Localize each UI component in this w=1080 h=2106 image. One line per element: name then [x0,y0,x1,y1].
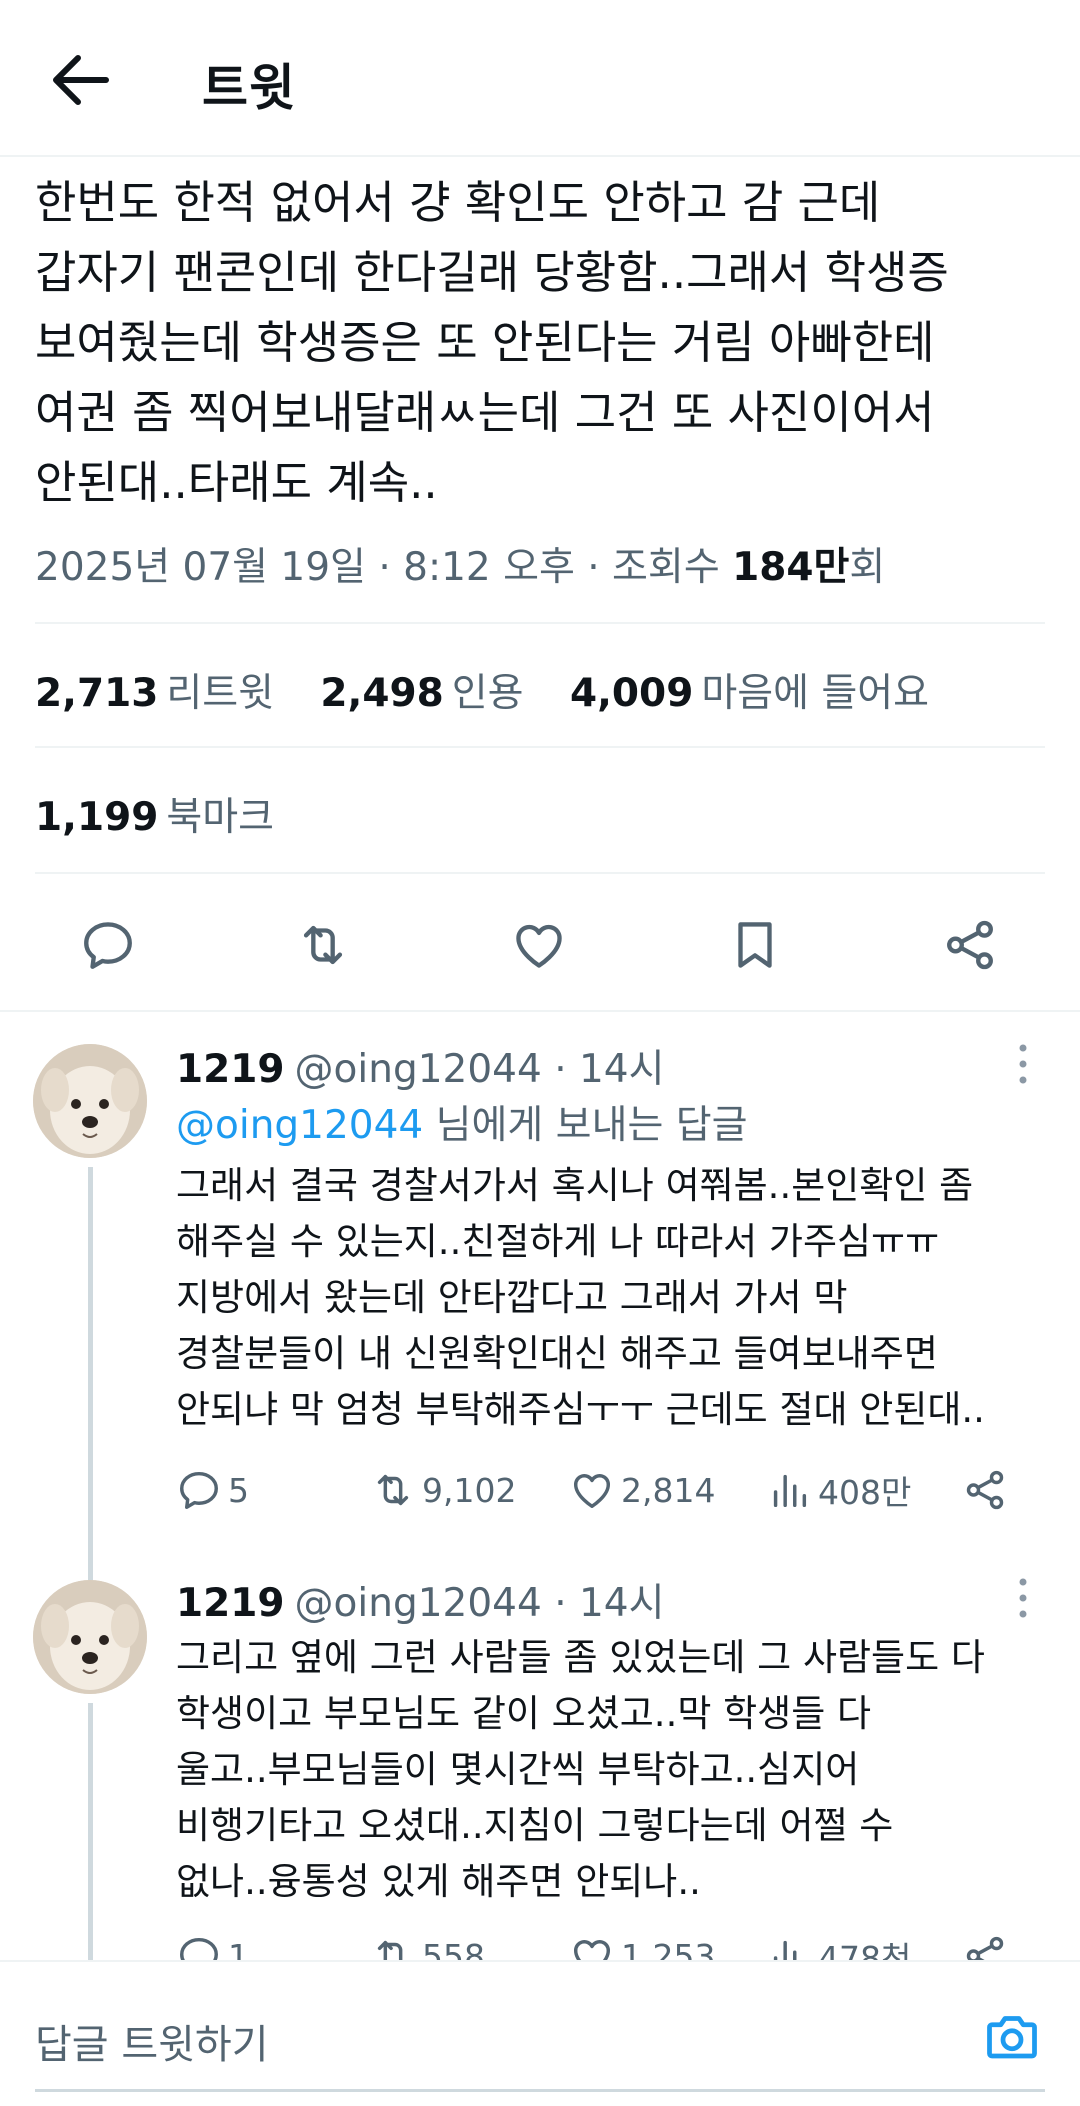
reply-compose-bar: 답글 트윗하기 [0,1960,1080,2106]
reply-text-line: 그래서 결국 경찰서가서 혹시나 여쭤봄..본인확인 좀 [176,1164,974,1207]
reply-views-button[interactable]: 408만 [766,1462,911,1518]
view-count[interactable]: 184만 [732,545,849,590]
like-icon [516,924,562,968]
share-button[interactable] [935,910,1005,980]
camera-button[interactable] [982,2006,1042,2066]
more-vertical-icon [1019,1578,1027,1618]
tweet-text: 한번도 한적 없어서 걍 확인도 안하고 감 근데 갑자기 팬콘인데 한다길래 … [35,168,1055,518]
reply-text-line: 그리고 옆에 그런 사람들 좀 있었는데 그 사람들도 다 [176,1636,985,1679]
likes-count: 4,009 [569,671,694,716]
puppy-avatar-image [33,1044,147,1158]
display-name[interactable]: 1219 [176,1581,285,1626]
bookmarks-label: 북마크 [166,795,275,840]
retweet-icon [303,925,343,965]
divider [0,1010,1080,1012]
reply-text-line: 해주실 수 있는지..친절하게 나 따라서 가주심ㅠㅠ [176,1220,940,1263]
bookmark-button[interactable] [720,910,790,980]
bookmarks-stat[interactable]: 1,199 북마크 [35,786,274,842]
reply-text: 그리고 옆에 그런 사람들 좀 있었는데 그 사람들도 다 학생이고 부모님도 … [176,1630,1036,1910]
page-title: 트윗 [202,59,296,117]
reply-text-line: 학생이고 부모님도 같이 오셨고..막 학생들 다 [176,1692,872,1735]
puppy-avatar-image [33,1580,147,1694]
retweets-label: 리트윗 [166,671,275,716]
reply-share-button[interactable] [962,1462,1014,1518]
share-icon [947,920,993,970]
like-button[interactable] [504,910,574,980]
reply-text: 그래서 결국 경찰서가서 혹시나 여쭤봄..본인확인 좀 해주실 수 있는지..… [176,1158,1036,1438]
likes-stat[interactable]: 4,009 마음에 들어요 [570,671,963,716]
quotes-stat[interactable]: 2,498 인용 [320,671,557,716]
tweet-text-line: 갑자기 팬콘인데 한다길래 당황함..그래서 학생증 [35,246,949,299]
camera-icon [987,2016,1037,2059]
reply-to-mention[interactable]: @oing12044 [176,1103,423,1148]
reply-text-line: 비행기타고 오셨대..지침이 그렇다는데 어쩔 수 [176,1804,894,1847]
top-app-bar: 트윗 [0,0,1080,157]
view-count-unit: 회 [849,545,886,590]
reply-input[interactable]: 답글 트윗하기 [35,2012,269,2070]
like-count: 2,814 [621,1470,716,1510]
thread-line [88,1167,93,1581]
reply-to-label: 님에게 보내는 답글 [423,1103,748,1148]
tweet-text-line: 한번도 한적 없어서 걍 확인도 안하고 감 근데 [35,176,881,229]
retweet-count: 9,102 [422,1470,517,1510]
tweet-text-line: 여권 좀 찍어보내달래ㅆ는데 그건 또 사진이어서 [35,386,935,439]
reply-time: · 14시 [554,1581,665,1626]
more-options-button[interactable] [1010,1576,1036,1620]
quotes-count: 2,498 [320,671,444,716]
reply-text-line: 안되냐 막 엄청 부탁해주심ㅜㅜ 근데도 절대 안된대.. [176,1388,985,1431]
reply-button[interactable] [73,910,143,980]
reply-text-line: 없나..융통성 있게 해주면 안되나.. [176,1860,701,1903]
thread-line [88,1703,93,1963]
reply-header: 1219 @oing12044 · 14시 [176,1572,665,1628]
user-handle[interactable]: @oing12044 [295,1047,542,1092]
back-button[interactable] [48,52,112,108]
retweet-icon [377,1474,409,1506]
quotes-label: 인용 [451,671,524,716]
replying-to: @oing12044 님에게 보내는 답글 [176,1094,747,1150]
reply-count: 5 [228,1470,249,1510]
views-count: 408만 [818,1473,912,1512]
reply-action-bar: 5 9,102 2,814 408만 [176,1462,1016,1518]
reply-text-line: 울고..부모님들이 몇시간씩 부탁하고..심지어 [176,1748,860,1791]
avatar[interactable] [33,1044,147,1158]
bookmark-icon [738,922,772,968]
more-vertical-icon [1019,1044,1027,1084]
reply-icon [84,922,132,969]
reply-like-button[interactable]: 2,814 [569,1462,715,1518]
reply-retweet-button[interactable]: 9,102 [370,1462,516,1518]
more-options-button[interactable] [1010,1042,1036,1086]
reply-icon [180,1471,218,1509]
user-handle[interactable]: @oing12044 [295,1581,542,1626]
likes-label: 마음에 들어요 [701,671,930,716]
reply-header: 1219 @oing12044 · 14시 [176,1038,665,1094]
tweet-meta: 2025년 07월 19일 · 8:12 오후 · 조회수 184만회 [35,536,885,592]
reply-text-line: 경찰분들이 내 신원확인대신 해주고 들여보내주면 [176,1332,938,1375]
arrow-left-icon [53,55,109,105]
tweet-timestamp: 2025년 07월 19일 · 8:12 오후 · 조회수 [35,545,733,590]
display-name[interactable]: 1219 [176,1047,285,1092]
views-icon [773,1474,807,1508]
tweet-text-line: 안된대..타래도 계속.. [35,456,438,509]
retweet-button[interactable] [288,910,358,980]
divider [35,872,1045,874]
like-icon [573,1474,611,1509]
avatar[interactable] [33,1580,147,1694]
reply-comment-button[interactable]: 5 [176,1462,249,1518]
reply-text-line: 지방에서 왔는데 안타깝다고 그래서 가서 막 [176,1276,848,1319]
retweets-count: 2,713 [35,671,159,716]
divider [35,622,1045,624]
engagement-stats: 2,713 리트윗 2,498 인용 4,009 마음에 들어요 [35,662,963,718]
divider [35,746,1045,748]
input-underline [35,2089,1045,2092]
reply-time: · 14시 [554,1047,665,1092]
bookmarks-count: 1,199 [35,795,159,840]
retweets-stat[interactable]: 2,713 리트윗 [35,671,308,716]
share-icon [966,1470,1004,1510]
tweet-text-line: 보여줬는데 학생증은 또 안된다는 거림 아빠한테 [35,316,935,369]
